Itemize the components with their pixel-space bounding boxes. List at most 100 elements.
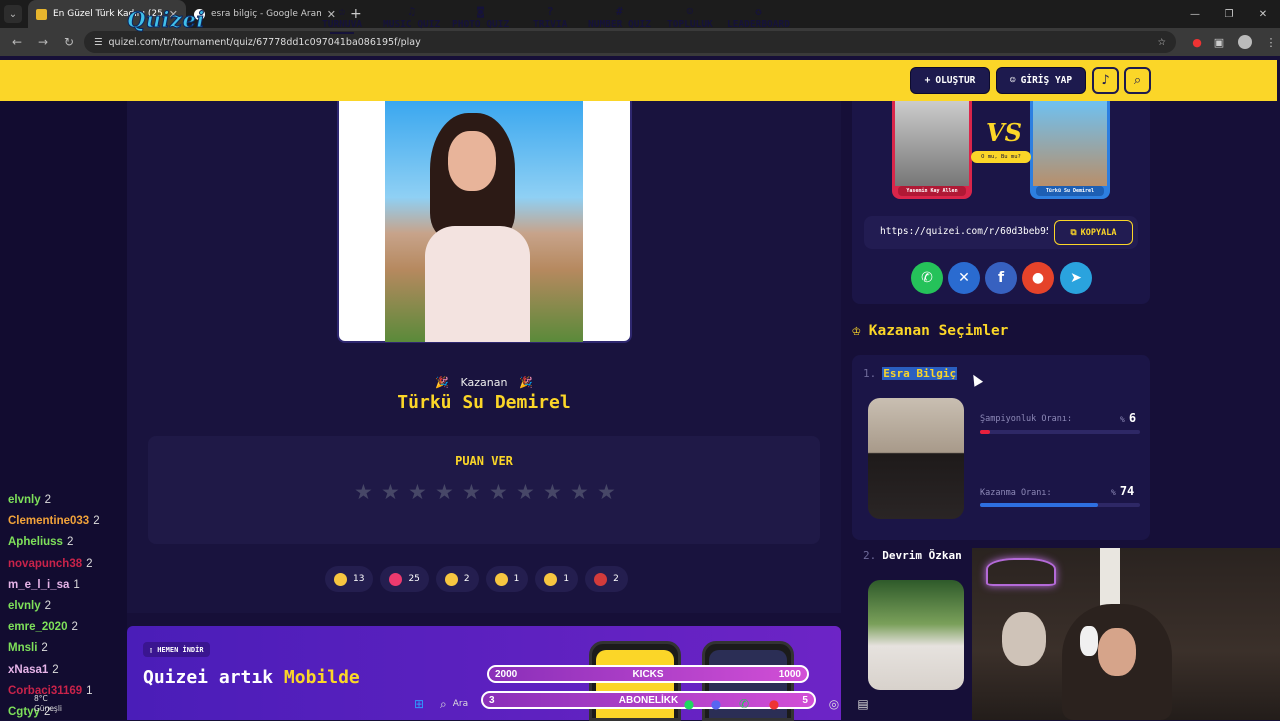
star-icon[interactable]: ★	[516, 480, 537, 504]
contestant-name[interactable]: Devrim Özkan	[882, 549, 961, 562]
subs-right: 5	[802, 694, 808, 706]
champion-rate-bar	[980, 430, 1140, 434]
vs-caption-right: Türkü Su Demirel	[1036, 186, 1104, 196]
address-bar[interactable]: ☰ quizei.com/tr/tournament/quiz/67778dd1…	[84, 31, 1176, 53]
share-link[interactable]: https://quizei.com/r/60d3beb95	[880, 226, 1048, 237]
reload-icon[interactable]: ↻	[58, 35, 80, 49]
star-icon[interactable]: ★	[462, 480, 483, 504]
site-info-icon[interactable]: ☰	[94, 37, 103, 48]
nav-topluluk[interactable]: ☺ TOPLULUK	[667, 5, 713, 30]
selections-header: ♔ Kazanan Seçimler	[852, 323, 1008, 339]
promo-title-highlight: Mobilde	[283, 667, 360, 688]
chat-username[interactable]: elvnly	[8, 600, 41, 612]
app-icon[interactable]: ▤	[853, 694, 873, 714]
rank-number: 1.	[863, 367, 877, 380]
extension-icon[interactable]: ●	[1188, 36, 1206, 49]
star-icon[interactable]: ★	[408, 480, 429, 504]
tab-search-button[interactable]: ⌄	[4, 5, 22, 23]
nav-number-quiz[interactable]: # NUMBER QUIZ	[588, 5, 651, 30]
star-icon[interactable]: ★	[543, 480, 564, 504]
download-badge[interactable]: ▯ HEMEN İNDİR	[143, 642, 210, 657]
profile-avatar-icon[interactable]	[1238, 35, 1252, 49]
nav-trivia[interactable]: ? TRIVIA	[533, 5, 567, 30]
chat-username[interactable]: Clementine033	[8, 515, 89, 527]
whatsapp-icon[interactable]: ✆	[911, 262, 943, 294]
chat-username[interactable]: novapunch38	[8, 558, 82, 570]
chat-message: emre_2020 2	[8, 621, 78, 633]
minimize-icon[interactable]: —	[1178, 0, 1212, 28]
create-button[interactable]: + OLUŞTUR	[910, 67, 990, 94]
telegram-icon[interactable]: ➤	[1060, 262, 1092, 294]
create-label: OLUŞTUR	[935, 75, 976, 86]
contestant-photo	[868, 580, 964, 690]
chat-username[interactable]: Mnsli	[8, 642, 37, 654]
win-rate-fill	[980, 503, 1099, 507]
notification-bell-icon[interactable]: ♪	[1092, 67, 1119, 94]
star-icon[interactable]: ★	[570, 480, 591, 504]
reaction-thumbs-up[interactable]: 13	[325, 566, 374, 592]
promo-title-prefix: Quizei artık	[143, 667, 284, 688]
reaction-wow[interactable]: 1	[485, 566, 529, 592]
star-icon[interactable]: ★	[435, 480, 456, 504]
nav-turnuva[interactable]: ♔ TURNUVA	[322, 5, 362, 34]
search-icon[interactable]: ⌕	[1124, 67, 1151, 94]
reaction-heart[interactable]: 25	[380, 566, 429, 592]
browser-tab-google[interactable]: esra bilgiç - Google Arama ✕	[186, 0, 344, 28]
star-icon[interactable]: ★	[489, 480, 510, 504]
nav-label: LEADERBOARD	[727, 19, 790, 30]
contestant-photo	[868, 398, 964, 519]
reaction-laugh[interactable]: 2	[435, 566, 479, 592]
bookmark-star-icon[interactable]: ☆	[1157, 37, 1166, 48]
chrome-menu-icon[interactable]: ⋮	[1262, 36, 1280, 49]
restore-icon[interactable]: ❐	[1212, 0, 1246, 28]
star-icon[interactable]: ★	[354, 480, 375, 504]
chat-username[interactable]: Apheliuss	[8, 536, 63, 548]
subs-left: 3	[489, 694, 495, 706]
users-icon: ☺	[686, 5, 694, 18]
extensions-puzzle-icon[interactable]: ▣	[1210, 36, 1228, 49]
chat-username[interactable]: m_e_l_i_sa	[8, 579, 69, 591]
copy-button[interactable]: ⧉ KOPYALA	[1054, 220, 1133, 245]
reaction-count: 1	[563, 574, 570, 584]
facebook-icon[interactable]: f	[985, 262, 1017, 294]
chat-username[interactable]: elvnly	[8, 494, 41, 506]
reaction-sad[interactable]: 1	[535, 566, 579, 592]
reaction-count: 2	[463, 574, 470, 584]
record-icon[interactable]: ●	[764, 694, 784, 714]
sad-icon	[544, 572, 558, 586]
login-button[interactable]: ☺ GİRİŞ YAP	[996, 67, 1086, 94]
reddit-icon[interactable]: ●	[1022, 262, 1054, 294]
whatsapp-taskbar-icon[interactable]: ✆	[734, 694, 754, 714]
taskbar-weather[interactable]: 8°C Güneşli	[34, 694, 62, 714]
champion-rate-fill	[980, 430, 990, 434]
chat-text: 2	[41, 642, 48, 655]
chat-username[interactable]: xNasa1	[8, 664, 48, 676]
chat-username[interactable]: emre_2020	[8, 621, 67, 633]
nav-music-quiz[interactable]: ♫ MUSIC QUIZ	[383, 5, 440, 30]
trophy-icon: ♔	[338, 5, 346, 18]
nav-leaderboard[interactable]: ✪ LEADERBOARD	[727, 5, 790, 30]
teddy-bear	[1002, 612, 1046, 666]
x-icon[interactable]: ✕	[948, 262, 980, 294]
nav-label: TURNUVA	[322, 19, 363, 30]
chat-message: Clementine033 2	[8, 515, 100, 527]
discord-icon[interactable]: ●	[706, 694, 726, 714]
spotify-icon[interactable]: ●	[679, 694, 699, 714]
nav-photo-quiz[interactable]: ◙ PHOTO QUIZ	[452, 5, 509, 30]
star-icon[interactable]: ★	[597, 480, 618, 504]
reaction-angry[interactable]: 2	[585, 566, 628, 592]
close-window-icon[interactable]: ✕	[1246, 0, 1280, 28]
question-icon: ?	[546, 5, 554, 18]
win-rate-bar	[980, 503, 1140, 507]
taskbar-search[interactable]: ⌕ Ara	[440, 694, 468, 714]
obs-icon[interactable]: ◎	[824, 694, 844, 714]
chat-message: novapunch38 2	[8, 558, 93, 570]
chat-text: 2	[66, 536, 74, 549]
contestant-name[interactable]: Esra Bilgiç	[882, 367, 958, 380]
forward-icon[interactable]: →	[32, 35, 54, 49]
star-icon[interactable]: ★	[381, 480, 402, 504]
back-icon[interactable]: ←	[6, 35, 28, 49]
site-logo[interactable]: Quizei	[127, 7, 205, 33]
windows-start-icon[interactable]: ⊞	[409, 694, 429, 714]
selections-title: Kazanan Seçimler	[868, 323, 1009, 339]
